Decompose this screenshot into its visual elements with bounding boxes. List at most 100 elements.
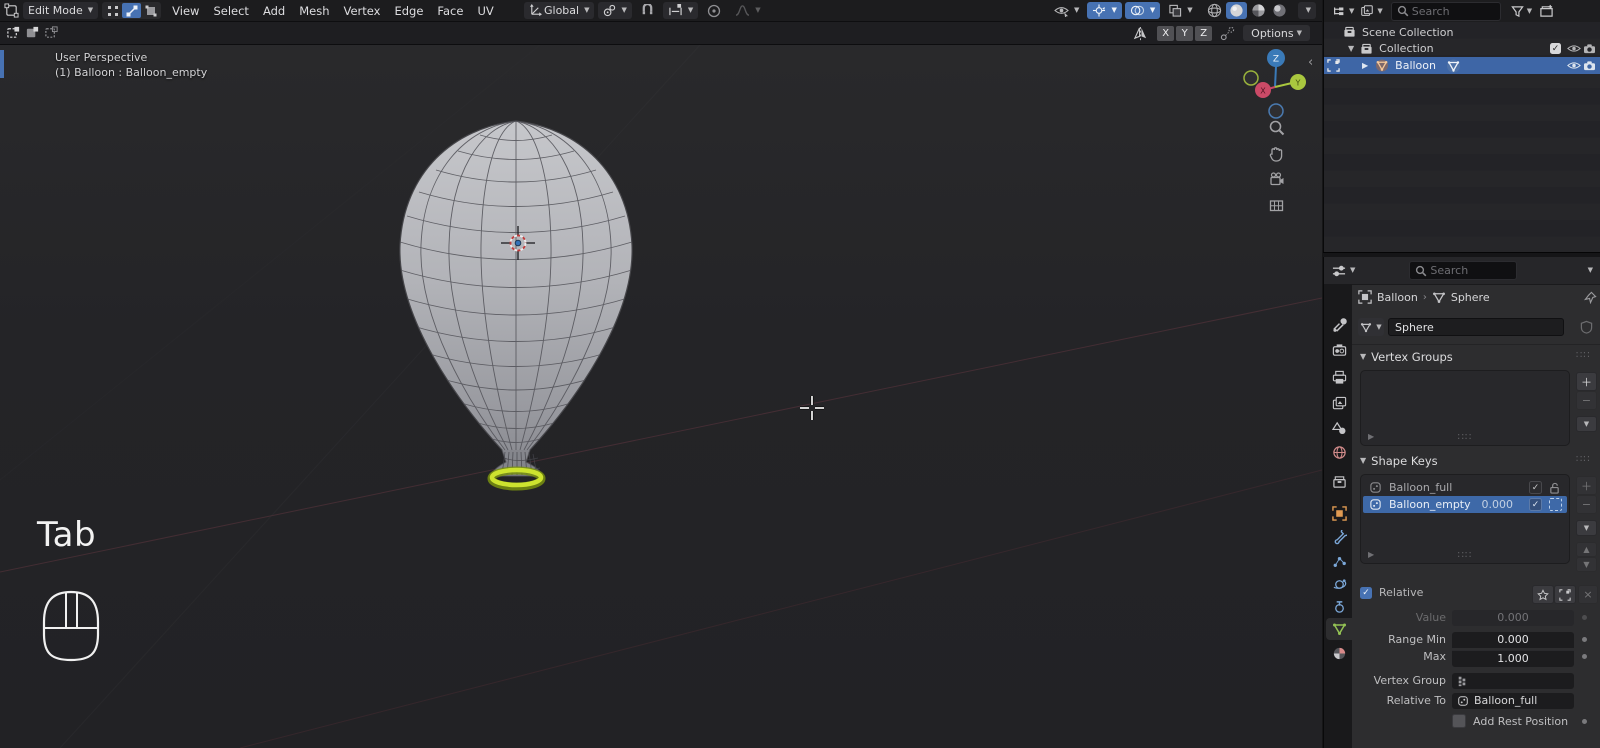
resize-grip[interactable]: ∷∷ — [1458, 550, 1473, 561]
panel-grip[interactable]: ∷∷ — [1576, 454, 1591, 465]
editor-type-dropdown[interactable]: ▼ — [1331, 264, 1355, 278]
proportional-falloff-dropdown[interactable]: ▼ — [730, 2, 765, 19]
tab-render-properties[interactable] — [1327, 339, 1351, 361]
hide-eye-icon[interactable] — [1567, 43, 1581, 54]
mirror-y-button[interactable]: Y — [1176, 25, 1194, 41]
tab-view-layer-properties[interactable] — [1327, 392, 1351, 414]
snap-falloff-icon[interactable] — [1220, 26, 1235, 41]
expand-arrow-icon[interactable]: ▶ — [1368, 550, 1374, 559]
tab-physics-properties[interactable] — [1327, 573, 1351, 595]
vertex-group-specials-dropdown[interactable]: ▼ — [1576, 416, 1597, 432]
gizmos-toggle-dropdown[interactable]: ▼ — [1087, 2, 1122, 19]
data-type-dropdown[interactable]: ▼ — [1358, 318, 1384, 336]
range-max-field[interactable]: 1.000 — [1452, 649, 1574, 667]
clear-shape-keys-button[interactable]: × — [1578, 585, 1598, 604]
chevron-down-icon[interactable]: ▼ — [1588, 267, 1593, 274]
shape-key-row-balloon-full[interactable]: Balloon_full ✓ — [1363, 479, 1567, 496]
tab-object-data-properties[interactable] — [1326, 618, 1352, 640]
menu-edge[interactable]: Edge — [387, 1, 430, 21]
tab-modifier-properties[interactable] — [1327, 526, 1351, 548]
relative-checkbox[interactable]: ✓ — [1360, 586, 1372, 599]
relative-to-field[interactable]: Balloon_full — [1452, 693, 1574, 709]
pivot-point-dropdown[interactable]: ▼ — [598, 2, 632, 19]
mirror-icon[interactable] — [1132, 26, 1149, 41]
hide-eye-icon[interactable] — [1567, 60, 1581, 71]
menu-add[interactable]: Add — [256, 1, 292, 21]
tab-output-properties[interactable] — [1327, 366, 1351, 388]
face-select-button[interactable] — [141, 3, 160, 18]
gizmo-y-neg-axis[interactable] — [1243, 70, 1259, 86]
add-rest-position-checkbox[interactable]: ✓ — [1452, 714, 1466, 728]
shading-rendered-button[interactable] — [1270, 2, 1289, 19]
menu-view[interactable]: View — [165, 1, 206, 21]
menu-uv[interactable]: UV — [470, 1, 500, 21]
tab-collection-properties[interactable] — [1327, 471, 1351, 493]
snap-target-dropdown[interactable]: ▼ — [662, 2, 699, 19]
shape-key-mute-checkbox[interactable]: ✓ — [1529, 481, 1542, 494]
animate-dot[interactable] — [1582, 654, 1587, 659]
data-name-field[interactable] — [1388, 318, 1564, 336]
outliner-row-balloon[interactable]: ▶ Balloon — [1324, 57, 1600, 74]
orthographic-toggle-icon[interactable] — [1268, 197, 1285, 214]
render-visibility-camera-icon[interactable] — [1583, 60, 1596, 71]
tab-tool[interactable] — [1327, 314, 1351, 336]
transform-orientation-dropdown[interactable]: Global ▼ — [524, 2, 595, 19]
shading-material-button[interactable] — [1249, 2, 1268, 19]
shape-key-row-balloon-empty[interactable]: Balloon_empty 0.000 ✓ — [1363, 496, 1567, 513]
show-gizmo-visibility-dropdown[interactable]: ▼ — [1049, 2, 1084, 19]
snap-toggle-button[interactable] — [636, 2, 659, 19]
resize-grip[interactable]: ∷∷ — [1458, 432, 1473, 443]
shading-solid-button[interactable] — [1225, 2, 1247, 19]
select-new-icon[interactable] — [6, 25, 21, 40]
sidebar-collapse-arrow[interactable]: ‹ — [1308, 55, 1313, 70]
gizmo-z-neg-axis[interactable] — [1268, 103, 1284, 119]
select-extend-icon[interactable] — [25, 25, 40, 40]
menu-vertex[interactable]: Vertex — [337, 1, 388, 21]
move-shape-key-up-button[interactable]: ▲ — [1576, 542, 1597, 557]
fake-user-shield-icon[interactable] — [1580, 320, 1593, 334]
pan-hand-icon[interactable] — [1268, 145, 1285, 162]
proportional-editing-button[interactable] — [702, 2, 726, 19]
vertex-select-button[interactable] — [103, 3, 122, 18]
breadcrumb-object[interactable]: Balloon — [1377, 291, 1418, 304]
selected-edge-loop[interactable] — [489, 467, 544, 488]
tab-world-properties[interactable] — [1327, 441, 1351, 463]
filter-dropdown[interactable]: ▼ — [1510, 5, 1532, 18]
vertex-group-field[interactable] — [1452, 673, 1574, 689]
viewport-canvas[interactable]: User Perspective (1) Balloon : Balloon_e… — [0, 45, 1322, 748]
remove-vertex-group-button[interactable]: − — [1576, 391, 1597, 410]
expand-arrow-icon[interactable]: ▶ — [1368, 432, 1374, 441]
overlays-toggle-dropdown[interactable]: ▼ — [1124, 2, 1161, 19]
chevron-down-icon[interactable]: ▼ — [1348, 44, 1354, 53]
editor-type-dropdown[interactable]: ▼ — [1332, 4, 1354, 18]
tab-particle-properties[interactable] — [1327, 550, 1351, 572]
add-shape-key-button[interactable]: ＋ — [1576, 476, 1597, 495]
viewport-3d[interactable]: Edit Mode ▼ View Select Add Mesh Vertex … — [0, 0, 1322, 748]
value-field[interactable]: 0.000 — [1452, 610, 1574, 626]
render-visibility-camera-icon[interactable] — [1583, 43, 1596, 54]
shape-key-mute-checkbox[interactable]: ✓ — [1529, 498, 1542, 511]
tab-scene-properties[interactable] — [1327, 417, 1351, 439]
display-mode-dropdown[interactable]: ▼ — [1360, 4, 1383, 18]
move-shape-key-down-button[interactable]: ▼ — [1576, 557, 1597, 572]
mirror-x-button[interactable]: X — [1157, 25, 1175, 41]
3d-cursor[interactable] — [498, 223, 538, 263]
outliner-search[interactable] — [1390, 1, 1501, 21]
new-collection-button[interactable] — [1539, 4, 1554, 18]
unlock-icon[interactable] — [1549, 482, 1560, 494]
animate-dot[interactable] — [1582, 637, 1587, 642]
shape-keys-panel-header[interactable]: ▼ Shape Keys — [1360, 454, 1438, 468]
tab-material-properties[interactable] — [1327, 642, 1351, 664]
outliner-row-scene-collection[interactable]: Scene Collection — [1324, 24, 1600, 41]
mode-dropdown[interactable]: Edit Mode ▼ — [23, 2, 99, 19]
panel-grip[interactable]: ∷∷ — [1576, 350, 1591, 361]
chevron-right-icon[interactable]: ▶ — [1362, 61, 1368, 70]
shape-key-edit-mode-star-button[interactable] — [1532, 585, 1554, 604]
camera-view-icon[interactable] — [1268, 171, 1285, 188]
options-dropdown[interactable]: Options ▼ — [1243, 25, 1310, 41]
shading-wireframe-button[interactable] — [1205, 2, 1224, 19]
shape-key-value[interactable]: 0.000 — [1481, 498, 1514, 511]
properties-search[interactable] — [1409, 261, 1518, 280]
animate-dot[interactable] — [1582, 719, 1587, 724]
tab-constraint-properties[interactable] — [1327, 595, 1351, 617]
